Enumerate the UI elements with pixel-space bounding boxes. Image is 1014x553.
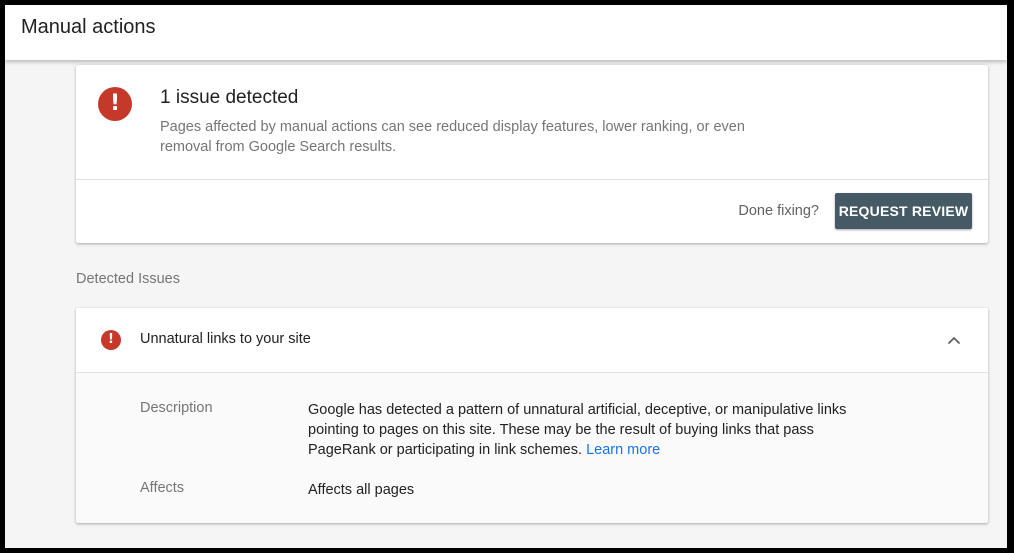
done-fixing-label: Done fixing? — [738, 203, 819, 219]
request-review-button[interactable]: REQUEST REVIEW — [835, 193, 972, 229]
app-window: Manual actions ! 1 issue detected Pages … — [5, 5, 1007, 548]
scrollbar[interactable] — [999, 60, 1007, 548]
summary-description: Pages affected by manual actions can see… — [160, 119, 745, 155]
issue-card: ! Unnatural links to your site Descripti… — [76, 308, 988, 523]
summary-card: ! 1 issue detected Pages affected by man… — [76, 65, 988, 243]
description-text: Google has detected a pattern of unnatur… — [308, 402, 847, 458]
affects-label: Affects — [140, 480, 185, 496]
issue-expand-header[interactable]: ! Unnatural links to your site — [76, 308, 988, 372]
error-icon: ! — [98, 87, 132, 121]
affects-value: Affects all pages — [308, 482, 415, 498]
detected-issues-heading: Detected Issues — [76, 271, 180, 287]
description-label: Description — [140, 400, 213, 416]
description-value: Google has detected a pattern of unnatur… — [308, 400, 878, 460]
issue-title: Unnatural links to your site — [140, 331, 311, 347]
issue-count-heading: 1 issue detected — [160, 87, 299, 108]
page-title: Manual actions — [21, 16, 156, 38]
top-app-bar: Manual actions — [5, 5, 1007, 60]
chevron-up-icon[interactable] — [946, 332, 962, 348]
learn-more-link[interactable]: Learn more — [586, 442, 660, 458]
error-icon: ! — [101, 330, 121, 350]
divider — [76, 179, 988, 180]
issue-details: Description Google has detected a patter… — [76, 372, 988, 523]
